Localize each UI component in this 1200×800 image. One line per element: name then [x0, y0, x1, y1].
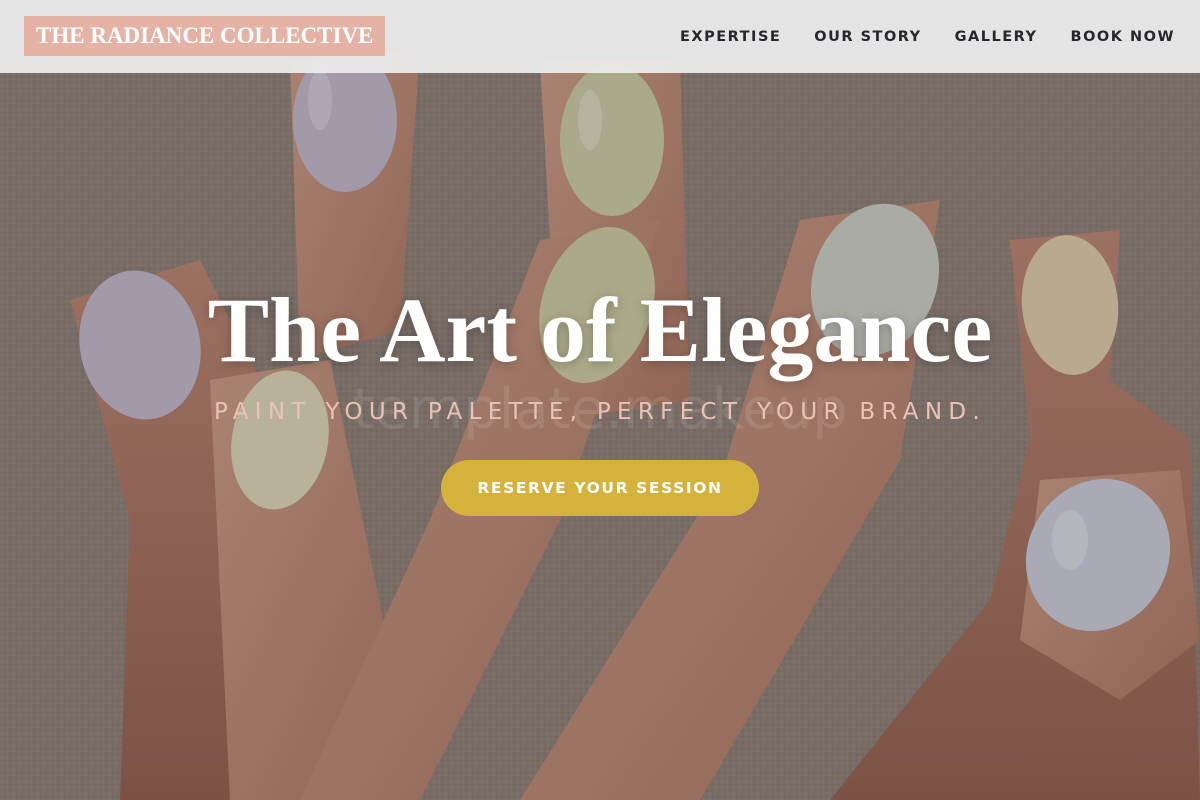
- brand-logo[interactable]: THE RADIANCE COLLECTIVE: [24, 16, 386, 56]
- reserve-session-button[interactable]: RESERVE YOUR SESSION: [441, 460, 759, 516]
- nav-link-expertise[interactable]: EXPERTISE: [680, 29, 781, 45]
- nav-link-book-now[interactable]: BOOK NOW: [1071, 29, 1175, 45]
- nav-link-our-story[interactable]: OUR STORY: [814, 29, 921, 45]
- hero-headline: The Art of Elegance: [207, 279, 993, 381]
- top-navigation-bar: THE RADIANCE COLLECTIVE EXPERTISE OUR ST…: [0, 0, 1200, 73]
- nav-link-gallery[interactable]: GALLERY: [955, 29, 1038, 45]
- nav-links: EXPERTISE OUR STORY GALLERY BOOK NOW: [680, 0, 1175, 73]
- hero-subheadline: PAINT YOUR PALETTE, PERFECT YOUR BRAND.: [214, 399, 986, 425]
